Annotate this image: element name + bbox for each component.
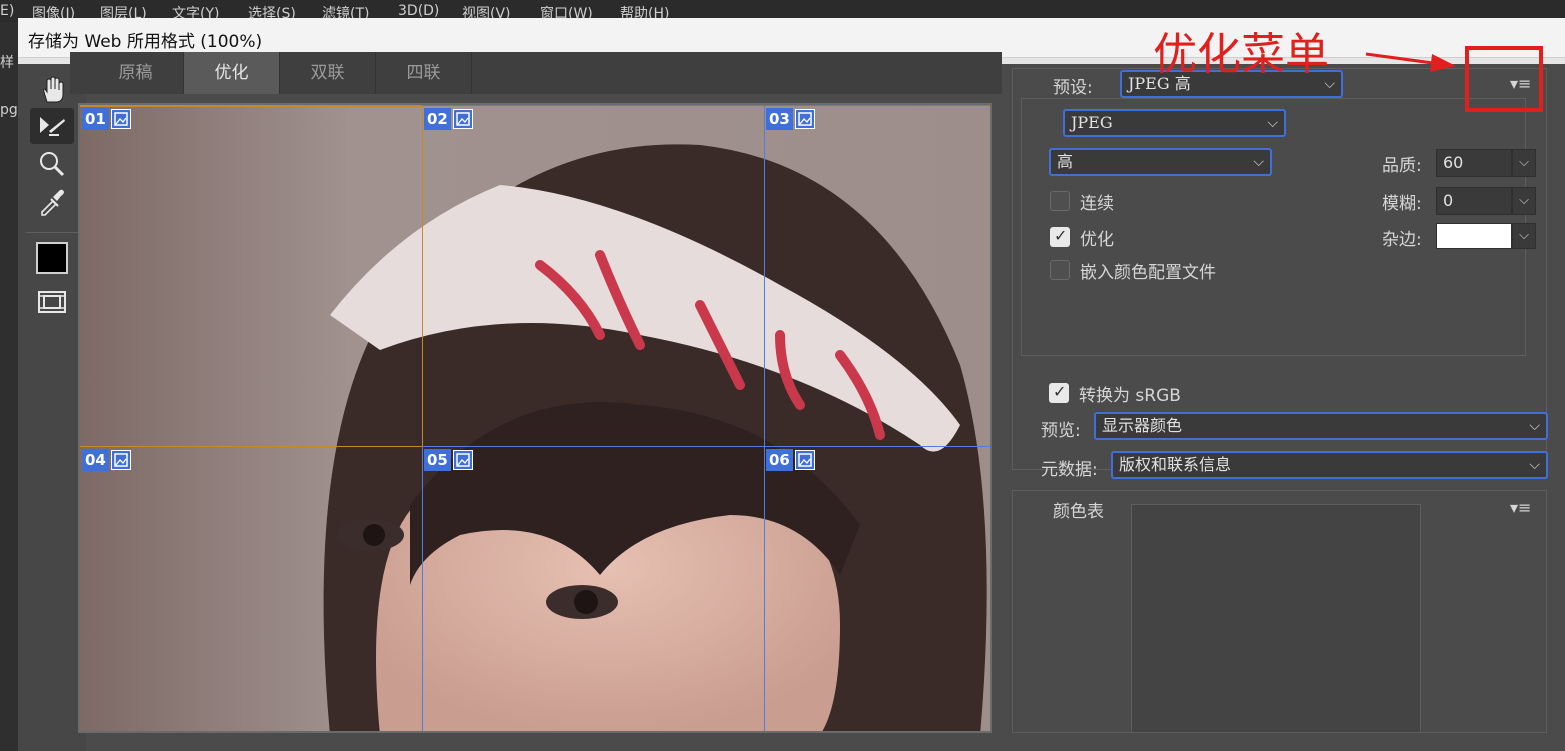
preview-color-select[interactable]: 显示器颜色 ⌵	[1094, 412, 1548, 440]
blur-input[interactable]: 0	[1436, 187, 1512, 215]
slice-badge[interactable]: 01	[82, 107, 131, 131]
optimized-label: 优化	[1080, 230, 1114, 250]
slice-badge[interactable]: 04	[82, 448, 131, 472]
eyedropper-color[interactable]	[30, 240, 74, 276]
color-table-title: 颜色表	[1053, 502, 1104, 522]
annotation-arrow-icon	[1365, 52, 1456, 72]
zoom-tool[interactable]	[30, 146, 74, 182]
hand-tool[interactable]	[30, 72, 74, 108]
slice-border	[764, 105, 765, 731]
format-select[interactable]: JPEG ⌵	[1063, 109, 1286, 137]
quality-dropdown-button[interactable]: ⌵	[1512, 149, 1536, 177]
chevron-down-icon: ⌵	[1267, 115, 1278, 131]
menu-item-edit[interactable]: E)	[0, 3, 14, 19]
tab-optimized[interactable]: 优化	[184, 52, 280, 94]
slice-number: 06	[766, 449, 793, 471]
image-slice-icon	[110, 450, 131, 470]
chevron-down-icon: ⌵	[1529, 418, 1540, 434]
image-slice-icon	[110, 109, 131, 129]
image-slice-icon	[452, 450, 473, 470]
tool-column	[18, 64, 86, 751]
image-slice-icon	[794, 450, 815, 470]
slice-badge[interactable]: 03	[766, 107, 815, 131]
metadata-value: 版权和联系信息	[1119, 455, 1232, 474]
quality-level-select[interactable]: 高 ⌵	[1049, 148, 1272, 176]
metadata-select[interactable]: 版权和联系信息 ⌵	[1111, 451, 1548, 479]
background-app-strip: 样 pg	[0, 22, 18, 751]
slice-number: 05	[424, 449, 451, 471]
matte-label: 杂边:	[1382, 230, 1422, 250]
preview-tabs: 原稿 优化 双联 四联	[70, 52, 1002, 94]
slice-border	[422, 105, 990, 106]
eyedropper-icon	[41, 189, 64, 216]
slice-badge[interactable]: 06	[766, 448, 815, 472]
chevron-down-icon: ⌵	[1253, 154, 1264, 170]
embed-profile-checkbox[interactable]	[1050, 260, 1070, 280]
background-text: 样	[0, 55, 14, 71]
preset-label: 预设:	[1053, 78, 1093, 98]
preview-photo	[80, 105, 990, 731]
menu-item-3d[interactable]: 3D(D)	[398, 3, 439, 19]
slice-border	[422, 446, 423, 731]
annotation-label: 优化菜单	[1153, 29, 1329, 80]
annotation-highlight-box	[1465, 46, 1543, 112]
image-preview[interactable]: 01 02 03 04 05 06	[78, 103, 992, 733]
tab-2-up[interactable]: 双联	[280, 52, 376, 94]
hand-icon	[43, 76, 64, 103]
quality-label: 品质:	[1382, 156, 1422, 176]
slice-badge[interactable]: 02	[424, 107, 473, 131]
slice-number: 03	[766, 108, 793, 130]
format-value: JPEG	[1071, 113, 1113, 132]
convert-srgb-checkbox[interactable]	[1049, 382, 1069, 403]
slice-select-icon	[40, 117, 65, 136]
slice-border	[422, 105, 423, 446]
metadata-label: 元数据:	[1041, 460, 1098, 480]
tab-4-up[interactable]: 四联	[376, 52, 472, 94]
slice-border	[80, 446, 422, 447]
optimized-checkbox[interactable]	[1050, 226, 1070, 247]
embed-profile-label: 嵌入颜色配置文件	[1080, 263, 1216, 283]
dialog-title: 存储为 Web 所用格式 (100%)	[28, 32, 263, 52]
preview-color-value: 显示器颜色	[1102, 416, 1183, 435]
tool-divider	[26, 232, 78, 233]
chevron-down-icon: ⌵	[1529, 457, 1540, 473]
zoom-icon	[40, 152, 65, 177]
image-slice-icon	[452, 109, 473, 129]
slices-visibility-icon	[38, 291, 66, 313]
blur-label: 模糊:	[1382, 194, 1422, 214]
quality-value: 60	[1443, 153, 1464, 172]
slice-badge[interactable]: 05	[424, 448, 473, 472]
tab-original[interactable]: 原稿	[88, 52, 184, 94]
matte-color-swatch[interactable]	[1436, 223, 1512, 249]
blur-value: 0	[1443, 191, 1454, 210]
color-table	[1131, 504, 1421, 733]
slice-select-tool[interactable]	[30, 108, 74, 144]
background-text: pg	[0, 102, 18, 118]
eyedropper-tool[interactable]	[30, 184, 74, 220]
preview-label: 预览:	[1041, 421, 1081, 441]
quality-input[interactable]: 60	[1436, 149, 1512, 177]
matte-dropdown-button[interactable]: ⌵	[1512, 223, 1536, 249]
quality-level-value: 高	[1057, 152, 1074, 171]
blur-dropdown-button[interactable]: ⌵	[1512, 187, 1536, 215]
slice-number: 01	[82, 108, 109, 130]
slice-number: 04	[82, 449, 109, 471]
toggle-slices-visibility[interactable]	[30, 284, 74, 320]
slice-number: 02	[424, 108, 451, 130]
convert-srgb-label: 转换为 sRGB	[1079, 386, 1181, 406]
color-table-menu-icon[interactable]: ▾≡	[1510, 498, 1531, 517]
slice-border	[80, 105, 422, 107]
progressive-checkbox[interactable]	[1050, 191, 1070, 211]
image-slice-icon	[794, 109, 815, 129]
color-swatch-icon	[36, 242, 68, 274]
slice-border	[422, 446, 990, 447]
progressive-label: 连续	[1080, 194, 1114, 214]
